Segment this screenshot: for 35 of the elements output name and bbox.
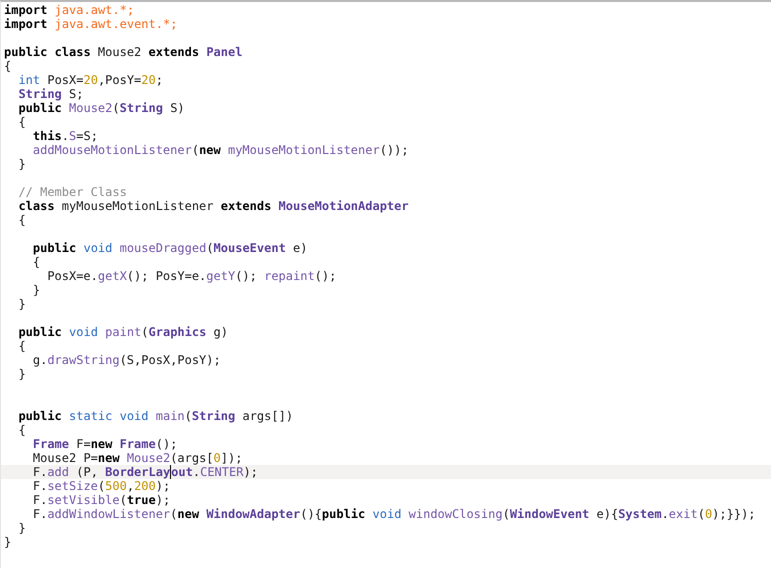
code-line: public void paint(Graphics g) bbox=[17, 325, 228, 339]
code-line: } bbox=[17, 367, 26, 381]
code-line: F.add (P, BorderLayout.CENTER); bbox=[32, 465, 258, 479]
code-line: { bbox=[17, 213, 26, 227]
code-line: } bbox=[4, 535, 12, 549]
code-line: } bbox=[17, 297, 26, 311]
code-line: { bbox=[17, 339, 26, 353]
code-line: public static void main(String args[]) bbox=[17, 409, 294, 423]
code-line: PosX=e.getX(); PosY=e.getY(); repaint(); bbox=[46, 269, 336, 283]
code-line: F.addWindowListener(new WindowAdapter(){public void windowClosing(WindowEvent e){System.exit(0);}}); bbox=[32, 507, 756, 521]
code-line: this.S=S; bbox=[32, 129, 98, 143]
text-cursor bbox=[170, 465, 172, 479]
code-line: addMouseMotionListener(new myMouseMotionListener()); bbox=[32, 143, 409, 157]
code-line: } bbox=[17, 521, 26, 535]
code-line: g.drawString(S,PosX,PosY); bbox=[32, 353, 221, 367]
code-line: Frame F=new Frame(); bbox=[32, 437, 178, 451]
code-line: import java.awt.event.*; bbox=[4, 17, 178, 31]
code-editor[interactable] bbox=[0, 0, 771, 568]
code-line: public Mouse2(String S) bbox=[17, 101, 185, 115]
code-line: { bbox=[32, 255, 40, 269]
code-line: public class Mouse2 extends Panel bbox=[4, 45, 242, 59]
code-line: } bbox=[17, 157, 26, 171]
code-line: } bbox=[32, 283, 40, 297]
code-line: class myMouseMotionListener extends MouseMotionAdapter bbox=[17, 199, 409, 213]
code-line: public void mouseDragged(MouseEvent e) bbox=[32, 241, 308, 255]
code-line: // Member Class bbox=[17, 185, 127, 199]
code-line: int PosX=20,PosY=20; bbox=[17, 73, 163, 87]
code-line: { bbox=[4, 59, 12, 73]
code-line: F.setVisible(true); bbox=[32, 493, 170, 507]
code-line: { bbox=[17, 423, 26, 437]
code-line: { bbox=[17, 115, 26, 129]
code-line: import java.awt.*; bbox=[4, 3, 134, 17]
code-line: Mouse2 P=new Mouse2(args[0]); bbox=[32, 451, 242, 465]
code-line: F.setSize(500,200); bbox=[32, 479, 170, 493]
code-line: String S; bbox=[17, 87, 84, 101]
